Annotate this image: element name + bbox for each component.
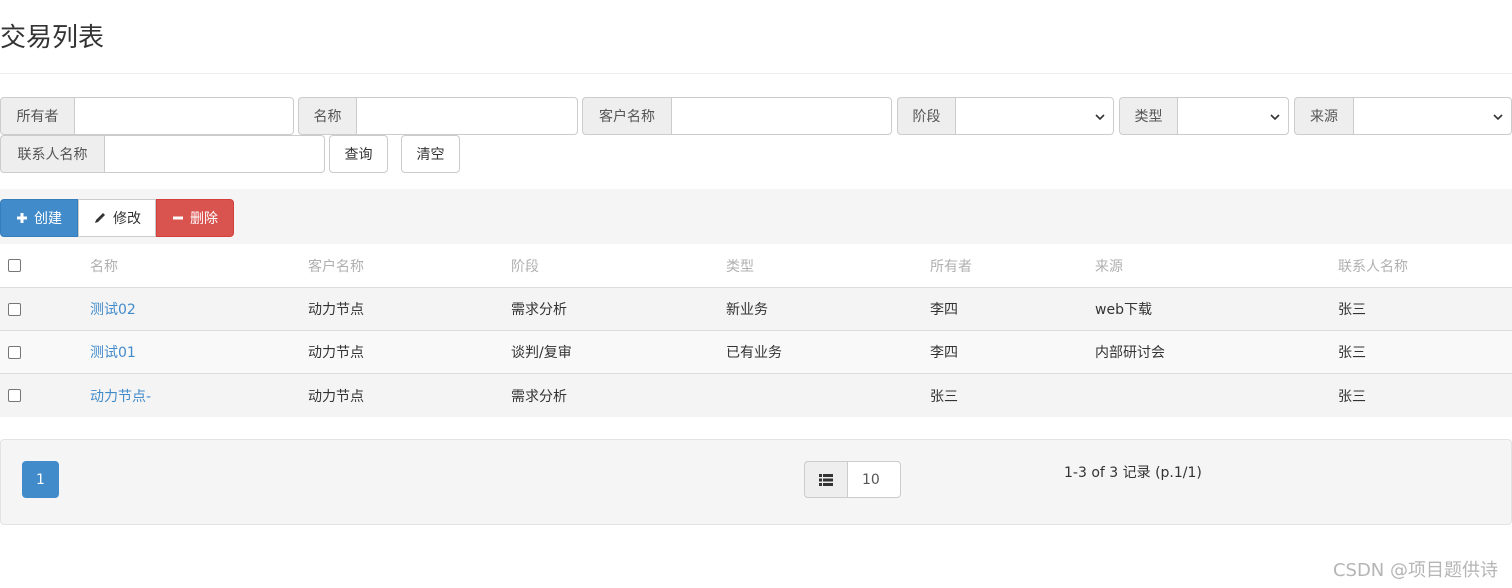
header-source: 来源 [1095,258,1123,275]
header-owner: 所有者 [930,258,972,275]
record-info: 1-3 of 3 记录 (p.1/1) [1064,465,1202,481]
chevron-down-icon [1270,114,1280,121]
plus-icon [17,213,27,223]
header-name: 名称 [90,258,118,275]
row-source: 内部研讨会 [1095,345,1165,361]
delete-button[interactable]: 删除 [156,199,234,237]
contact-input[interactable] [104,135,325,173]
header-customer: 客户名称 [308,258,364,275]
select-all-checkbox[interactable] [8,259,21,272]
delete-label: 删除 [190,211,218,227]
table-row: 测试02 动力节点 需求分析 新业务 李四 web下载 张三 [0,288,1512,331]
source-label: 来源 [1294,97,1353,135]
source-select[interactable] [1353,97,1512,135]
customer-label: 客户名称 [582,97,671,135]
table-header: 名称 客户名称 阶段 类型 所有者 来源 联系人名称 [0,244,1512,288]
row-type: 已有业务 [726,345,782,361]
contact-label: 联系人名称 [0,135,104,173]
owner-input[interactable] [74,97,294,135]
row-owner: 李四 [930,302,958,318]
minus-icon [173,216,183,220]
name-label: 名称 [298,97,356,135]
row-stage: 需求分析 [511,302,567,318]
pencil-icon [95,213,105,223]
transaction-list-page: 交易列表 所有者 名称 客户名称 阶段 类型 来源 联系人名称 查询 清空 创建… [0,0,1512,588]
list-icon [819,473,833,486]
action-button-group: 创建 修改 删除 [0,199,234,237]
row-customer: 动力节点 [308,345,364,361]
search-form: 所有者 名称 客户名称 阶段 类型 来源 联系人名称 查询 清空 [0,97,1512,173]
edit-button[interactable]: 修改 [78,199,156,237]
name-filter: 名称 [298,97,578,135]
edit-label: 修改 [113,211,141,227]
source-filter: 来源 [1294,97,1512,135]
row-source: web下载 [1095,302,1152,318]
row-stage: 需求分析 [511,388,567,405]
row-checkbox[interactable] [8,302,21,316]
row-type: 新业务 [726,302,768,318]
type-select[interactable] [1177,97,1289,135]
row-name-link[interactable]: 测试01 [90,331,136,373]
row-customer: 动力节点 [308,302,364,318]
clear-button[interactable]: 清空 [401,135,460,173]
header-stage: 阶段 [511,258,539,275]
row-checkbox[interactable] [8,345,21,359]
customer-input[interactable] [671,97,892,135]
row-customer: 动力节点 [308,388,364,405]
chevron-down-icon [1095,114,1105,121]
row-checkbox[interactable] [8,389,21,402]
create-label: 创建 [34,211,62,227]
row-stage: 谈判/复审 [511,345,572,361]
page-size-input[interactable]: 10 [847,461,901,498]
stage-label: 阶段 [897,97,955,135]
type-filter: 类型 [1119,97,1289,135]
stage-filter: 阶段 [897,97,1114,135]
page-button-current[interactable]: 1 [22,461,59,498]
type-label: 类型 [1119,97,1177,135]
watermark: CSDN @项目题供诗 [1332,560,1498,581]
customer-filter: 客户名称 [582,97,892,135]
row-contact: 张三 [1338,388,1366,405]
contact-filter: 联系人名称 [0,135,325,173]
page-title: 交易列表 [0,23,105,53]
pagination-bar: 1 10 1-3 of 3 记录 (p.1/1) [0,439,1512,525]
name-input[interactable] [356,97,578,135]
table-row: 测试01 动力节点 谈判/复审 已有业务 李四 内部研讨会 张三 [0,331,1512,374]
row-owner: 李四 [930,345,958,361]
owner-filter: 所有者 [0,97,294,135]
create-button[interactable]: 创建 [0,199,78,237]
query-button[interactable]: 查询 [329,135,388,173]
stage-select[interactable] [955,97,1114,135]
row-owner: 张三 [930,388,958,405]
table-row: 动力节点- 动力节点 需求分析 张三 张三 [0,374,1512,417]
row-contact: 张三 [1338,345,1366,361]
row-name-link[interactable]: 动力节点- [90,374,151,417]
owner-label: 所有者 [0,97,74,135]
chevron-down-icon [1493,114,1503,121]
row-name-link[interactable]: 测试02 [90,288,136,330]
title-divider [0,73,1512,74]
header-contact: 联系人名称 [1338,258,1408,275]
page-size-group: 10 [804,461,901,498]
header-type: 类型 [726,258,754,275]
transaction-table: 名称 客户名称 阶段 类型 所有者 来源 联系人名称 测试02 动力节点 需求分… [0,244,1512,417]
row-contact: 张三 [1338,302,1366,318]
